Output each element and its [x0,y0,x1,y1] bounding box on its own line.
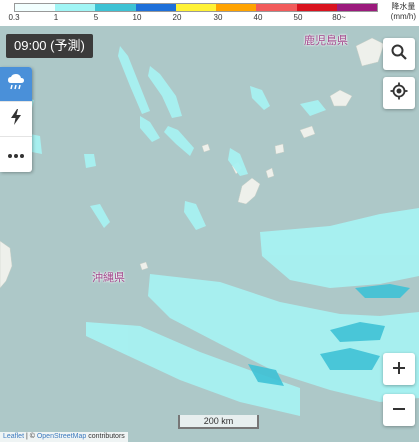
legend-tick: 50 [293,13,303,22]
legend-tick: 10 [132,13,142,22]
legend-swatch [15,4,56,11]
legend-unit-name: 降水量 [391,2,416,11]
locate-icon [390,82,408,105]
legend-tick: 40 [253,13,263,22]
legend-tick: 30 [213,13,223,22]
search-button[interactable] [383,38,415,70]
more-button[interactable] [0,137,32,172]
label-okinawa: 沖縄県 [92,272,125,284]
legend-swatch [256,4,297,11]
legend-tick: 80~ [332,13,346,22]
locate-button[interactable] [383,77,415,109]
lightning-icon [8,108,24,131]
forecast-time: 09:00 (予測) [6,34,93,58]
scale-bar: 200 km [178,415,259,429]
legend-unit-value: (mm/h) [390,12,416,21]
legend-tick: 0.3 [8,13,20,22]
legend-unit: 降水量 (mm/h) [391,2,416,22]
more-dots-icon [7,146,25,164]
legend-swatch [296,4,337,11]
plus-icon [392,359,406,379]
cloud-rain-icon [6,72,26,97]
lightning-layer-button[interactable] [0,102,32,137]
label-kagoshima: 鹿児島県 [304,35,348,47]
legend-tick: 20 [172,13,182,22]
zoom-out-button[interactable] [383,394,415,426]
legend-swatch [216,4,257,11]
legend-swatch [175,4,217,11]
leaflet-link[interactable]: Leaflet [3,433,24,440]
map-canvas[interactable] [0,26,419,442]
precipitation-legend: 0.3 1 5 10 20 30 40 50 80~ 降水量 (mm/h) [0,0,419,26]
minus-icon [392,400,406,420]
legend-swatch [95,4,136,11]
island-small [274,143,285,155]
zoom-in-button[interactable] [383,353,415,385]
legend-color-bar [14,3,378,12]
radar-map[interactable]: 鹿児島県 沖縄県 [0,26,419,442]
legend-tick: 5 [93,13,99,22]
legend-tick: 1 [53,13,59,22]
osm-link[interactable]: OpenStreetMap [37,433,86,440]
rain-layer-button[interactable] [0,67,32,102]
search-icon [390,43,408,66]
legend-swatch [55,4,96,11]
map-attribution: Leaflet | © OpenStreetMap contributors [0,432,128,442]
legend-swatch [135,4,176,11]
layer-tools [0,67,32,172]
rain-cell [84,154,96,168]
legend-swatch [336,4,377,11]
attribution-separator: | © [24,433,37,440]
attribution-suffix: contributors [86,433,125,440]
